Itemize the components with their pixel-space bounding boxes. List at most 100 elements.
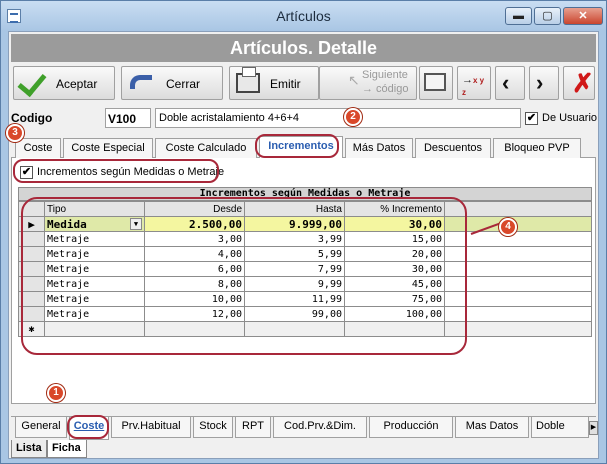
red-x-icon: ✗ bbox=[572, 68, 594, 98]
tab-stock[interactable]: Stock bbox=[193, 417, 233, 438]
table-cell[interactable]: 15,00 bbox=[344, 231, 445, 247]
table-cell[interactable]: 8,00 bbox=[144, 276, 245, 292]
tab-doble-acrist[interactable]: Doble Acrist bbox=[531, 417, 589, 438]
table-cell[interactable]: 30,00 bbox=[344, 216, 445, 232]
delete-button[interactable]: ✗ bbox=[563, 66, 595, 100]
next-code-button[interactable]: ↖ Siguiente → código bbox=[319, 66, 417, 100]
table-cell[interactable]: 45,00 bbox=[344, 276, 445, 292]
title-bar: Artículos ▬ ▢ ✕ bbox=[1, 1, 606, 31]
tab-bloqueo-pvp[interactable]: Bloqueo PVP bbox=[493, 138, 581, 158]
tab-coste[interactable]: Coste bbox=[15, 138, 61, 158]
tab-cod-prv-dim[interactable]: Cod.Prv.&Dim. bbox=[273, 417, 367, 438]
close-window-button[interactable]: ✕ bbox=[563, 7, 603, 25]
minimize-button[interactable]: ▬ bbox=[505, 7, 532, 25]
table-row[interactable]: Metraje 12,00 99,00 100,00 bbox=[18, 306, 592, 322]
table-cell[interactable]: 5,99 bbox=[244, 246, 345, 262]
tab-coste-bottom[interactable]: Coste bbox=[69, 417, 109, 440]
chevron-left-icon: ‹ bbox=[502, 70, 510, 95]
code-field[interactable]: V100 bbox=[105, 108, 151, 128]
column-header-hasta[interactable]: Hasta bbox=[244, 201, 345, 217]
table-cell[interactable]: Metraje bbox=[44, 306, 145, 322]
tab-coste-calculado[interactable]: Coste Calculado bbox=[155, 138, 257, 158]
accept-button[interactable]: Aceptar bbox=[13, 66, 115, 100]
tab-produccion[interactable]: Producción bbox=[369, 417, 453, 438]
dropdown-arrow-icon[interactable]: ▼ bbox=[130, 217, 142, 230]
new-row-asterisk-icon: ✱ bbox=[18, 321, 45, 337]
table-cell[interactable]: 11,99 bbox=[244, 291, 345, 307]
table-cell[interactable]: 3,99 bbox=[244, 231, 345, 247]
user-checkbox-label: De Usuario bbox=[542, 112, 598, 124]
row-indicator[interactable] bbox=[18, 276, 45, 292]
row-indicator[interactable] bbox=[18, 246, 45, 262]
current-row-arrow-icon: ▶ bbox=[18, 216, 45, 232]
print-button[interactable]: Emitir bbox=[229, 66, 319, 100]
tab-descuentos[interactable]: Descuentos bbox=[415, 138, 491, 158]
row-indicator[interactable] bbox=[18, 231, 45, 247]
toolbar: Aceptar Cerrar Emitir ↖ Siguiente → códi… bbox=[11, 66, 596, 104]
table-cell[interactable]: 6,00 bbox=[144, 261, 245, 277]
table-cell[interactable] bbox=[144, 321, 245, 337]
tab-prv-habitual[interactable]: Prv.Habitual bbox=[111, 417, 191, 438]
table-cell[interactable]: Metraje bbox=[44, 246, 145, 262]
table-cell[interactable]: 10,00 bbox=[144, 291, 245, 307]
table-cell[interactable]: 99,00 bbox=[244, 306, 345, 322]
table-row[interactable]: Metraje 8,00 9,99 45,00 bbox=[18, 276, 592, 292]
table-cell[interactable]: Metraje bbox=[44, 291, 145, 307]
table-cell[interactable]: Metraje bbox=[44, 231, 145, 247]
description-field[interactable]: Doble acristalamiento 4+6+4 bbox=[155, 108, 521, 128]
tab-rpt[interactable]: RPT bbox=[235, 417, 271, 438]
grid-title: Incrementos según Medidas o Metraje bbox=[18, 187, 592, 201]
table-cell bbox=[444, 291, 592, 307]
table-cell[interactable]: 3,00 bbox=[144, 231, 245, 247]
row-indicator-header bbox=[18, 201, 45, 217]
table-cell[interactable]: Medida ▼ bbox=[44, 216, 145, 232]
row-indicator[interactable] bbox=[18, 291, 45, 307]
table-row[interactable]: Metraje 10,00 11,99 75,00 bbox=[18, 291, 592, 307]
table-cell[interactable] bbox=[44, 321, 145, 337]
table-cell[interactable]: 9.999,00 bbox=[244, 216, 345, 232]
row-indicator[interactable] bbox=[18, 306, 45, 322]
table-cell[interactable]: 30,00 bbox=[344, 261, 445, 277]
tab-incrementos[interactable]: Incrementos bbox=[259, 136, 343, 159]
table-cell[interactable] bbox=[344, 321, 445, 337]
table-cell[interactable] bbox=[244, 321, 345, 337]
tab-coste-especial[interactable]: Coste Especial bbox=[63, 138, 153, 158]
table-cell[interactable]: 2.500,00 bbox=[144, 216, 245, 232]
table-cell[interactable]: 7,99 bbox=[244, 261, 345, 277]
close-button[interactable]: Cerrar bbox=[121, 66, 223, 100]
table-cell[interactable]: Metraje bbox=[44, 261, 145, 277]
table-cell[interactable]: 100,00 bbox=[344, 306, 445, 322]
column-header-tipo[interactable]: Tipo bbox=[44, 201, 145, 217]
table-row[interactable]: Metraje 4,00 5,99 20,00 bbox=[18, 246, 592, 262]
table-cell[interactable]: 75,00 bbox=[344, 291, 445, 307]
previous-button[interactable]: ‹ bbox=[495, 66, 525, 100]
sort-button[interactable]: →x y z bbox=[457, 66, 491, 100]
table-cell[interactable]: 4,00 bbox=[144, 246, 245, 262]
new-row[interactable]: ✱ bbox=[18, 321, 592, 337]
bottom-tabs: General Coste Prv.Habitual Stock RPT Cod… bbox=[11, 416, 598, 440]
next-button[interactable]: › bbox=[529, 66, 559, 100]
column-header-desde[interactable]: Desde bbox=[144, 201, 245, 217]
row-indicator[interactable] bbox=[18, 261, 45, 277]
tab-lista[interactable]: Lista bbox=[11, 440, 47, 458]
incrementos-checkbox[interactable]: ✔ bbox=[20, 166, 33, 179]
open-button[interactable] bbox=[419, 66, 453, 100]
column-header-incremento[interactable]: % Incremento bbox=[344, 201, 445, 217]
tab-general[interactable]: General bbox=[15, 417, 67, 438]
table-cell[interactable]: Metraje bbox=[44, 276, 145, 292]
tab-mas-datos-bottom[interactable]: Mas Datos bbox=[455, 417, 529, 438]
table-cell[interactable]: 9,99 bbox=[244, 276, 345, 292]
table-row[interactable]: Metraje 6,00 7,99 30,00 bbox=[18, 261, 592, 277]
maximize-button[interactable]: ▢ bbox=[534, 7, 561, 25]
table-cell[interactable]: 12,00 bbox=[144, 306, 245, 322]
next-label-2: → código bbox=[362, 83, 409, 95]
user-checkbox[interactable]: ✔ bbox=[525, 112, 538, 125]
next-label-1: Siguiente bbox=[362, 69, 408, 81]
table-cell[interactable]: 20,00 bbox=[344, 246, 445, 262]
grid-header-row: Tipo Desde Hasta % Incremento bbox=[18, 201, 592, 217]
tab-mas-datos[interactable]: Más Datos bbox=[345, 138, 413, 158]
tab-ficha[interactable]: Ficha bbox=[47, 440, 87, 458]
top-tabs: Coste Coste Especial Coste Calculado Inc… bbox=[11, 136, 596, 159]
tab-scroll-right-icon[interactable]: ▶ bbox=[589, 421, 598, 435]
accept-label: Aceptar bbox=[56, 77, 98, 91]
